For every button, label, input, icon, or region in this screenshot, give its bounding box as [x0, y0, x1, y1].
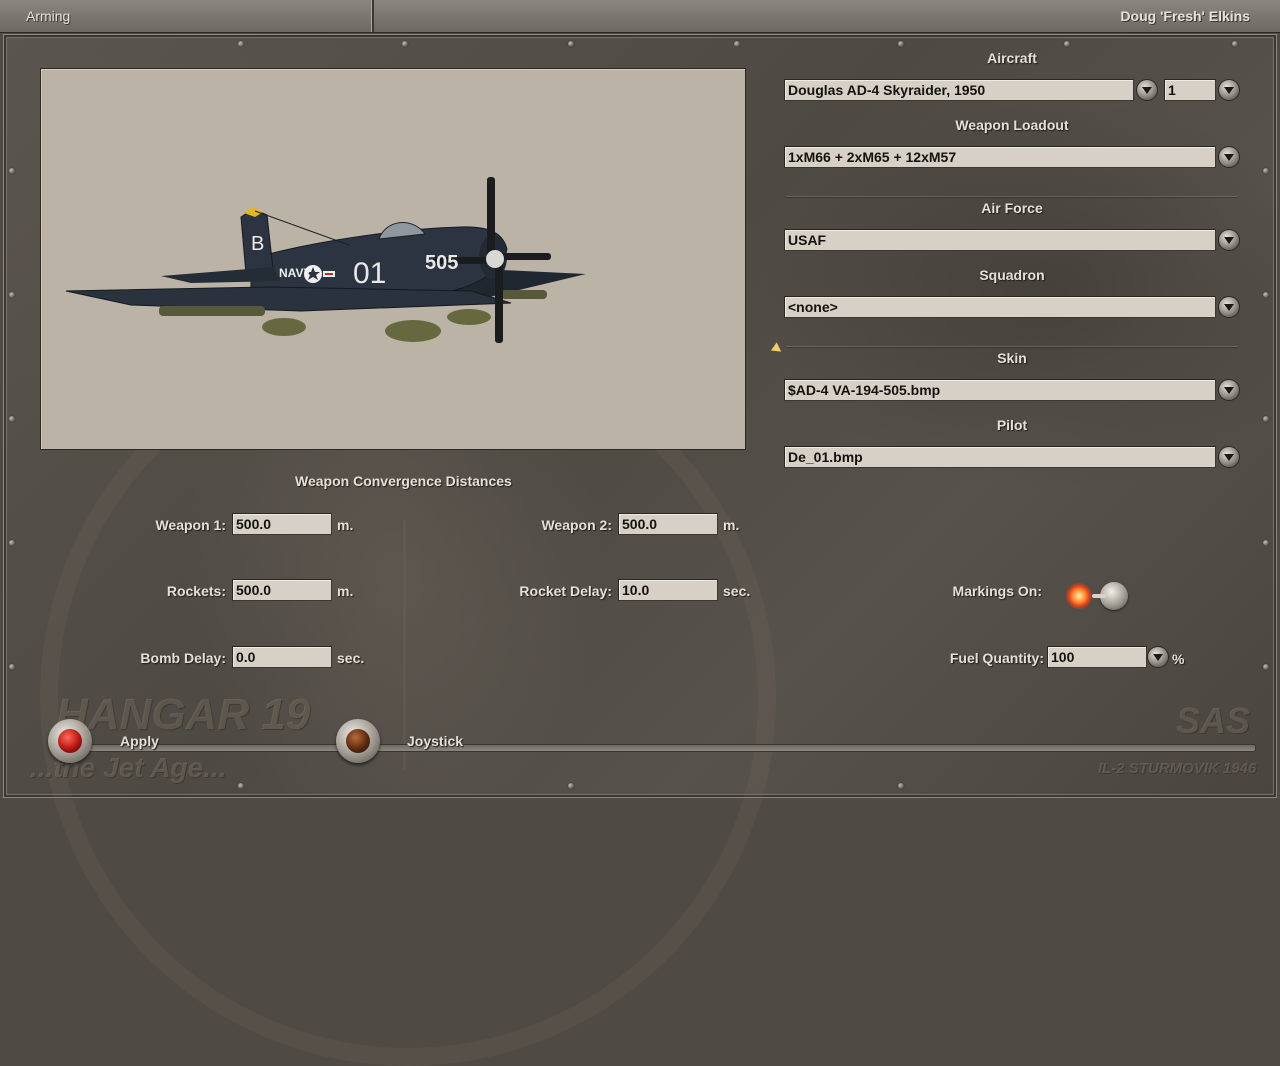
- aircraft-fuselage-number: 01: [353, 257, 386, 290]
- rivet: [9, 416, 15, 422]
- aircraft-rockets-far: [501, 290, 547, 299]
- bomb-delay-label: Bomb Delay:: [140, 650, 226, 666]
- hangar-watermark: HANGAR 19: [56, 690, 311, 739]
- rocket-delay-input[interactable]: 10.0: [618, 579, 718, 601]
- rivet: [9, 540, 15, 546]
- propeller-blade: [487, 177, 495, 257]
- rivet: [238, 41, 244, 47]
- fuel-quantity-unit: %: [1172, 651, 1185, 667]
- apply-button[interactable]: [48, 719, 92, 763]
- rockets-input[interactable]: 500.0: [232, 579, 332, 601]
- convergence-title: Weapon Convergence Distances: [295, 473, 512, 489]
- aircraft-bomb: [385, 320, 441, 342]
- rivet: [1263, 664, 1269, 670]
- screen-title: Arming: [26, 8, 71, 24]
- bottom-rail: [60, 744, 1256, 752]
- pilot-name: Doug 'Fresh' Elkins: [1120, 8, 1250, 24]
- air-force-dropdown-icon[interactable]: [1219, 230, 1239, 250]
- propeller-spinner: [486, 250, 504, 268]
- aircraft-insignia-stripe: [325, 273, 333, 275]
- aircraft-count-select[interactable]: 1: [1164, 79, 1216, 101]
- fuel-quantity-select[interactable]: 100: [1047, 646, 1147, 668]
- rivet: [898, 783, 904, 789]
- fuel-quantity-dropdown-icon[interactable]: [1148, 647, 1168, 667]
- rocket-delay-label: Rocket Delay:: [519, 583, 612, 599]
- propeller-blade: [497, 253, 551, 260]
- bomb-delay-unit: sec.: [337, 650, 365, 666]
- aircraft-label: Aircraft: [987, 50, 1037, 66]
- aircraft-dropdown-icon[interactable]: [1137, 80, 1157, 100]
- section-divider: [786, 346, 1238, 347]
- rivet: [1263, 540, 1269, 546]
- air-force-label: Air Force: [981, 200, 1043, 216]
- rivet: [568, 783, 574, 789]
- aircraft-preview-viewport[interactable]: B NAVY 01 505: [40, 68, 746, 450]
- pilot-label: Pilot: [996, 417, 1028, 433]
- markings-label: Markings On:: [952, 583, 1042, 599]
- squadron-label: Squadron: [979, 267, 1045, 283]
- rockets-unit: m.: [337, 583, 354, 599]
- skin-label: Skin: [997, 350, 1027, 366]
- rivet: [9, 168, 15, 174]
- aircraft-stabilizer: [161, 267, 281, 283]
- weapon-loadout-dropdown-icon[interactable]: [1219, 147, 1239, 167]
- rockets-label: Rockets:: [166, 583, 226, 599]
- fuel-quantity-label: Fuel Quantity:: [949, 650, 1044, 666]
- rivet: [734, 41, 740, 47]
- squadron-select[interactable]: <none>: [784, 296, 1216, 318]
- rivet: [568, 41, 574, 47]
- aircraft-select[interactable]: Douglas AD-4 Skyraider, 1950: [784, 79, 1134, 101]
- rivet: [1263, 416, 1269, 422]
- joystick-button-lamp: [346, 729, 370, 753]
- aircraft-nose-number: 505: [425, 252, 458, 274]
- weapon1-label: Weapon 1:: [155, 517, 226, 533]
- aircraft-tail-letter: B: [251, 233, 264, 255]
- rivet: [1263, 168, 1269, 174]
- aircraft-bomb: [447, 309, 491, 325]
- weapon-loadout-label: Weapon Loadout: [955, 117, 1069, 133]
- background-line-decoration: [403, 520, 406, 770]
- rivet: [1064, 41, 1070, 47]
- rocket-delay-unit: sec.: [723, 583, 751, 599]
- sas-watermark: SAS: [1176, 700, 1251, 741]
- aircraft-model: B NAVY 01 505: [65, 177, 586, 343]
- rivet: [9, 292, 15, 298]
- aircraft-rockets: [159, 306, 265, 316]
- skin-dropdown-icon[interactable]: [1219, 380, 1239, 400]
- rivet: [238, 783, 244, 789]
- aircraft-bomb: [262, 318, 306, 336]
- propeller-blade: [495, 259, 503, 343]
- rivet: [1232, 41, 1238, 47]
- weapon-loadout-select[interactable]: 1xM66 + 2xM65 + 12xM57: [784, 146, 1216, 168]
- weapon2-label: Weapon 2:: [541, 517, 612, 533]
- air-force-select[interactable]: USAF: [784, 229, 1216, 251]
- weapon2-unit: m.: [723, 517, 740, 533]
- rivet: [402, 41, 408, 47]
- weapon2-input[interactable]: 500.0: [618, 513, 718, 535]
- rivet: [9, 664, 15, 670]
- aircraft-count-dropdown-icon[interactable]: [1219, 80, 1239, 100]
- title-bar: Arming Doug 'Fresh' Elkins: [0, 0, 1280, 33]
- game-logo-watermark: IL-2 STURMOVIK 1946: [1098, 760, 1257, 777]
- weapon1-input[interactable]: 500.0: [232, 513, 332, 535]
- pilot-select[interactable]: De_01.bmp: [784, 446, 1216, 468]
- rivet: [898, 41, 904, 47]
- aircraft-wing-near: [65, 286, 512, 312]
- aircraft-service-text: NAVY: [279, 266, 311, 280]
- skin-select[interactable]: $AD-4 VA-194-505.bmp: [784, 379, 1216, 401]
- bomb-delay-input[interactable]: 0.0: [232, 646, 332, 668]
- squadron-dropdown-icon[interactable]: [1219, 297, 1239, 317]
- pilot-dropdown-icon[interactable]: [1219, 447, 1239, 467]
- section-divider: [786, 196, 1238, 197]
- apply-label[interactable]: Apply: [120, 733, 159, 749]
- markings-indicator-light: [1066, 583, 1092, 609]
- apply-button-lamp: [58, 729, 82, 753]
- markings-toggle[interactable]: [1092, 582, 1128, 610]
- joystick-label[interactable]: Joystick: [407, 733, 463, 749]
- weapon1-unit: m.: [337, 517, 354, 533]
- joystick-button[interactable]: [336, 719, 380, 763]
- rivet: [1263, 292, 1269, 298]
